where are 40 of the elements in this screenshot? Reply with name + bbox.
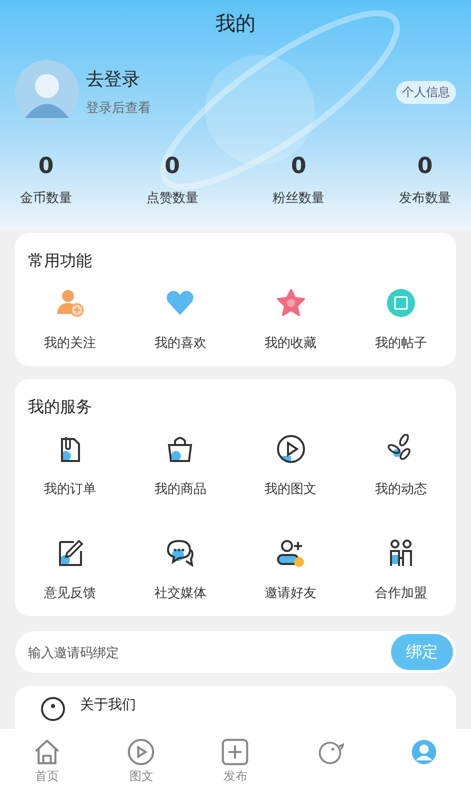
service-label[interactable]: 我的商品 (154, 480, 206, 498)
play-circle-icon[interactable] (276, 434, 306, 464)
page-title: 我的 (214, 10, 256, 37)
function-label[interactable]: 我的收藏 (264, 334, 317, 352)
post-icon[interactable] (386, 288, 416, 318)
home-icon[interactable] (33, 738, 62, 766)
service-label[interactable]: 我的订单 (44, 480, 96, 498)
login-link[interactable]: 去登录 (86, 67, 140, 91)
info-icon (40, 696, 66, 722)
function-label[interactable]: 我的帖子 (374, 334, 427, 352)
function-label[interactable]: 我的喜欢 (154, 334, 206, 352)
person-add-icon[interactable] (276, 538, 306, 568)
service-label[interactable]: 邀请好友 (264, 584, 317, 602)
nav-label[interactable]: 首页 (35, 768, 60, 785)
login-hint: 登录后查看 (86, 100, 151, 117)
service-label[interactable]: 我的图文 (264, 480, 317, 498)
service-label[interactable]: 我的动态 (374, 480, 427, 498)
profile-icon[interactable] (410, 738, 438, 766)
chat-bubbles-icon[interactable] (165, 538, 196, 568)
stat-value: 0 (291, 154, 306, 179)
profile-info-button[interactable]: 个人信息 (396, 80, 456, 104)
function-label[interactable]: 我的关注 (44, 334, 96, 352)
stat-label: 发布数量 (398, 190, 451, 207)
section-title: 常用功能 (27, 251, 92, 272)
nav-label[interactable]: 发布 (223, 768, 248, 785)
section-title: 我的服务 (27, 397, 92, 418)
stat-value: 0 (38, 154, 54, 179)
nav-label[interactable]: 图文 (129, 768, 154, 785)
stat-value: 0 (164, 154, 180, 179)
stat-label: 粉丝数量 (272, 190, 325, 207)
service-label[interactable]: 合作加盟 (374, 584, 427, 602)
add-icon[interactable] (221, 738, 250, 766)
avatar[interactable] (15, 60, 79, 124)
about-label[interactable]: 关于我们 (80, 696, 136, 714)
stat-value: 0 (417, 154, 433, 179)
stat-label: 点赞数量 (146, 190, 198, 207)
service-label[interactable]: 意见反馈 (44, 584, 96, 602)
service-label[interactable]: 社交媒体 (154, 584, 206, 602)
stat-label: 金币数量 (20, 190, 72, 207)
star-icon[interactable] (276, 288, 306, 318)
